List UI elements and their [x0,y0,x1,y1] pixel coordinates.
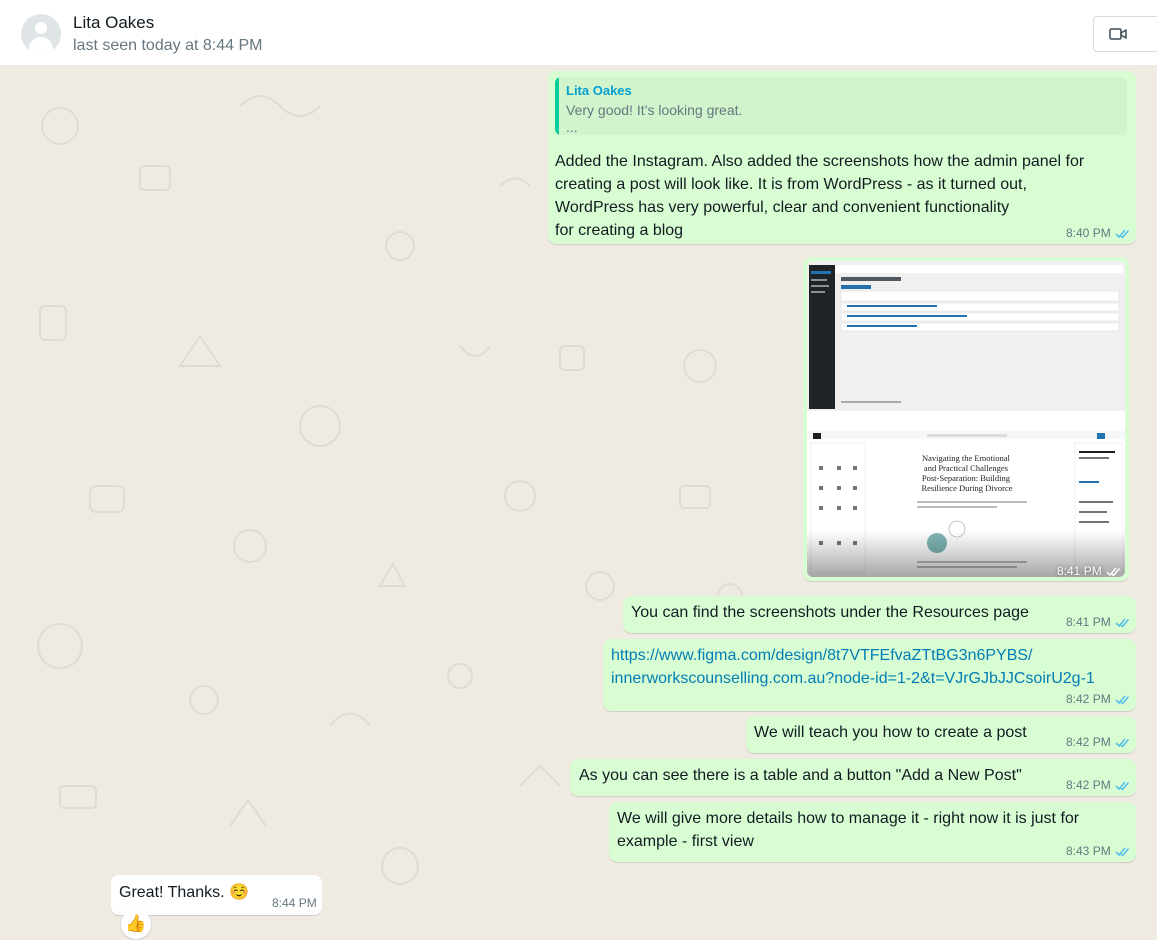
contact-name[interactable]: Lita Oakes [73,13,154,33]
message-outgoing[interactable]: https://www.figma.com/design/8t7VTFEfvaZ… [603,639,1136,711]
message-meta: 8:42 PM [1066,778,1131,792]
message-time: 8:40 PM [1066,226,1111,240]
message-time: 8:42 PM [1066,778,1111,792]
quoted-message[interactable]: Lita Oakes Very good! It’s looking great… [555,77,1127,135]
double-check-icon [1106,567,1120,577]
video-camera-icon [1109,28,1127,40]
message-text: Added the Instagram. Also added the scre… [555,153,1085,239]
svg-text:Navigating the Emotional: Navigating the Emotional and Practical C… [921,453,1012,493]
message-time: 8:42 PM [1066,735,1111,749]
message-time: 8:41 PM [1057,564,1102,578]
double-check-icon [1115,738,1129,748]
double-check-icon [1115,229,1129,239]
video-call-button[interactable] [1093,16,1157,52]
double-check-icon [1115,695,1129,705]
message-outgoing[interactable]: Lita Oakes Very good! It’s looking great… [548,71,1136,244]
message-text: We will give more details how to manage … [617,810,1080,850]
screenshot-image[interactable]: Navigating the Emotional and Practical C… [807,261,1125,577]
chat-panel[interactable]: Lita Oakes Very good! It’s looking great… [0,66,1157,940]
message-meta: 8:42 PM [1066,692,1131,706]
message-outgoing[interactable]: As you can see there is a table and a bu… [570,759,1136,796]
message-text: You can find the screenshots under the R… [631,604,1029,621]
message-time: 8:42 PM [1066,692,1111,706]
message-time: 8:44 PM [272,896,317,910]
quoted-author: Lita Oakes [566,83,632,98]
message-meta: 8:41 PM [1066,615,1131,629]
message-meta: 8:42 PM [1066,735,1131,749]
message-text: Great! Thanks. ☺️ [119,884,249,901]
message-meta: 8:41 PM [1057,564,1122,578]
message-outgoing[interactable]: We will give more details how to manage … [609,802,1136,862]
message-time: 8:43 PM [1066,844,1111,858]
quoted-text: Very good! It’s looking great. ... [566,102,743,135]
message-time: 8:41 PM [1066,615,1111,629]
message-incoming[interactable]: Great! Thanks. ☺️ 8:44 PM [111,875,322,915]
double-check-icon [1115,781,1129,791]
figma-link[interactable]: https://www.figma.com/design/8t7VTFEfvaZ… [611,644,1095,690]
thumbs-up-reaction[interactable]: 👍 [121,909,151,939]
last-seen-status: last seen today at 8:44 PM [73,37,263,54]
double-check-icon [1115,847,1129,857]
message-meta: 8:43 PM [1066,844,1131,858]
message-image[interactable]: Navigating the Emotional and Practical C… [803,257,1129,581]
contact-avatar[interactable] [21,14,61,54]
message-meta: 8:40 PM [1066,226,1131,240]
message-meta: 8:44 PM [272,896,317,910]
chat-header: Lita Oakes last seen today at 8:44 PM [0,0,1157,66]
message-text: We will teach you how to create a post [754,724,1027,741]
message-outgoing[interactable]: You can find the screenshots under the R… [623,596,1136,633]
message-text: As you can see there is a table and a bu… [579,767,1022,784]
double-check-icon [1115,618,1129,628]
message-outgoing[interactable]: We will teach you how to create a post 8… [746,716,1136,753]
